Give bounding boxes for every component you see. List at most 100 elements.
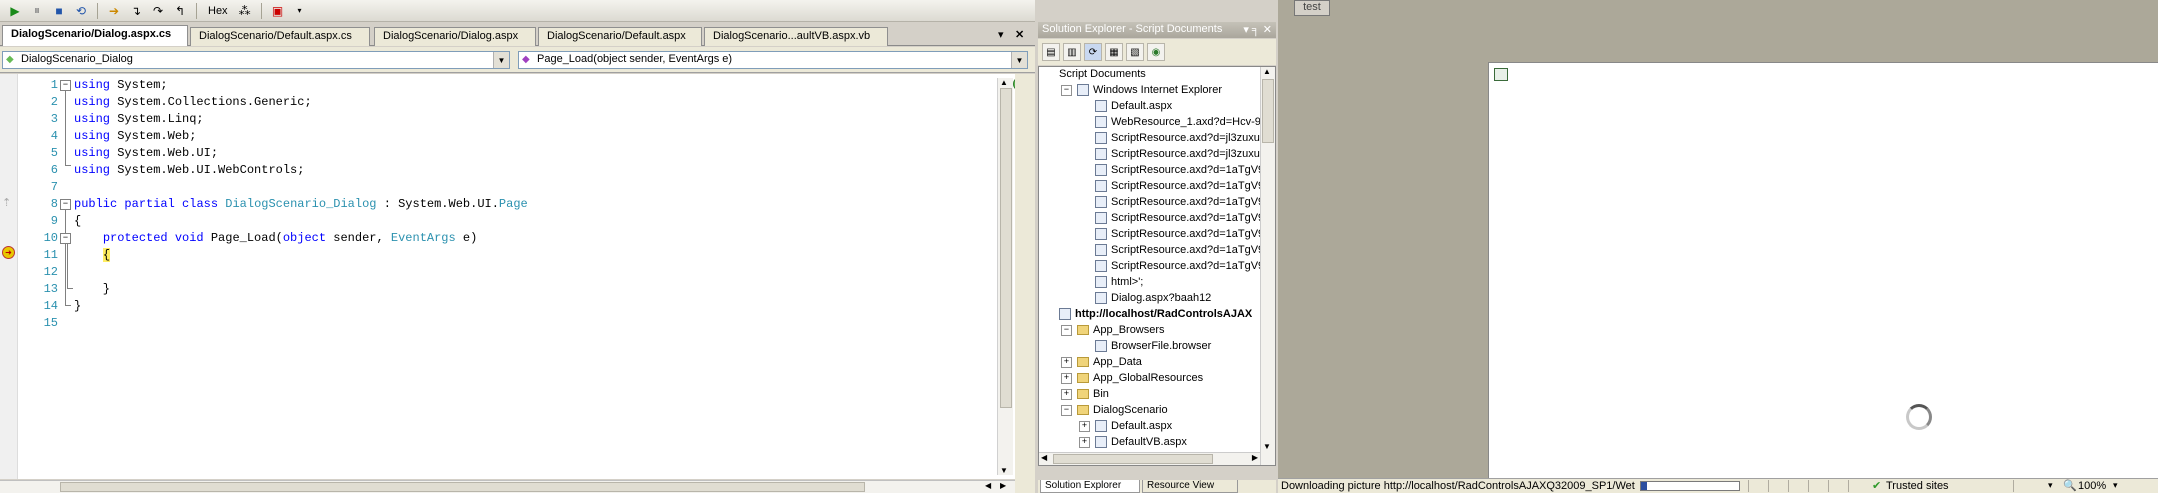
collapse-icon[interactable]: − [1061,324,1072,336]
collapse-region-icon[interactable]: − [60,80,71,91]
tab-dialog-aspx[interactable]: DialogScenario/Dialog.aspx [374,27,536,46]
step-into-icon[interactable]: ↴ [127,2,145,20]
scrollbar-thumb[interactable] [60,482,865,492]
tree-node[interactable]: − Windows Internet Explorer [1061,84,1222,96]
tab-default-aspx-cs[interactable]: DialogScenario/Default.aspx.cs [190,27,370,46]
scroll-down-icon[interactable]: ▼ [1000,466,1008,475]
tree-node[interactable]: Script Documents [1043,68,1146,80]
status-segment [1808,480,1829,492]
tree-node[interactable]: ScriptResource.axd?d=1aTgV9k [1079,228,1270,240]
tab-solution-explorer[interactable]: Solution Explorer [1040,480,1140,493]
tab-resource-view[interactable]: Resource View [1142,480,1238,493]
editor-horizontal-scrollbar[interactable]: ◀ ▶ [0,480,1015,493]
expand-icon[interactable]: + [1061,372,1072,384]
scroll-right-icon[interactable]: ▶ [1252,453,1258,462]
chevron-down-icon[interactable]: ▾ [2048,480,2053,491]
scrollbar-thumb[interactable] [1053,454,1213,464]
collapse-region-icon[interactable]: − [60,199,71,210]
properties-icon[interactable]: ▤ [1042,43,1060,61]
tree-node-label: App_Data [1093,356,1142,368]
indicator-margin[interactable]: ⇡ ➜ [0,74,18,479]
view-code-icon[interactable]: ▦ [1105,43,1123,61]
tree-node[interactable]: − App_Browsers [1061,324,1165,336]
solution-explorer-horizontal-scrollbar[interactable]: ◀ ▶ [1039,452,1260,465]
scrollbar-thumb[interactable] [1262,79,1274,143]
step-over-icon[interactable]: ↷ [149,2,167,20]
tree-node[interactable]: BrowserFile.browser [1079,340,1211,352]
test-button[interactable]: test [1294,0,1330,16]
solution-explorer-vertical-scrollbar[interactable]: ▲ ▼ [1260,67,1275,465]
expand-icon[interactable]: + [1079,420,1090,432]
pause-icon[interactable]: ⏸ [28,2,46,20]
solution-explorer-tree[interactable]: Script Documents − Windows Internet Explor… [1038,66,1276,466]
show-next-statement-icon[interactable]: ➔ [105,2,123,20]
scroll-down-icon[interactable]: ▼ [1263,442,1271,451]
class-selector-dropdown[interactable]: ◆ DialogScenario_Dialog ▼ [2,51,510,69]
tree-node[interactable]: WebResource_1.axd?d=Hcv-9g [1079,116,1267,128]
code-editor[interactable]: ⇡ ➜ 1 2 3 4 5 6 7 8 9 10 11 12 13 14 15 … [0,74,1027,479]
zoom-level[interactable]: 100% [2078,480,2106,492]
stop-icon[interactable]: ■ [50,2,68,20]
toolbar-options-chevron-icon[interactable]: ▾ [291,2,309,20]
tree-node[interactable]: ScriptResource.axd?d=1aTgV9k [1079,164,1270,176]
file-icon [1095,180,1107,192]
tree-node[interactable]: ScriptResource.axd?d=1aTgV9k [1079,180,1270,192]
collapse-icon[interactable]: − [1061,404,1072,416]
restart-icon[interactable]: ⟲ [72,2,90,20]
tree-node-label: ScriptResource.axd?d=1aTgV9k [1111,228,1270,240]
file-icon [1095,276,1107,288]
start-icon[interactable]: ▶ [6,2,24,20]
tree-node[interactable]: ScriptResource.axd?d=1aTgV9k [1079,244,1270,256]
close-document-icon[interactable]: ✕ [1015,28,1024,41]
hex-toggle-button[interactable]: Hex [204,5,232,17]
editor-vertical-scrollbar[interactable]: ▲ ▼ [997,78,1013,475]
step-out-icon[interactable]: ↰ [171,2,189,20]
tab-dialog-aspx-cs[interactable]: DialogScenario/Dialog.aspx.cs [2,25,188,46]
expand-icon[interactable]: + [1079,436,1090,448]
scroll-left-icon[interactable]: ◀ [1041,453,1047,462]
tree-node[interactable]: ScriptResource.axd?d=1aTgV9k [1079,212,1270,224]
breakpoints-window-icon[interactable]: ▣ [269,2,287,20]
expand-icon[interactable]: + [1061,356,1072,368]
scroll-up-icon[interactable]: ▲ [1000,78,1008,87]
tree-node[interactable]: ScriptResource.axd?d=1aTgV9k [1079,260,1270,272]
chevron-down-icon[interactable]: ▾ [2113,480,2118,491]
scrollbar-thumb[interactable] [1000,88,1012,408]
tab-defaultvb-aspx-vb[interactable]: DialogScenario...aultVB.aspx.vb [704,27,888,46]
chevron-down-icon[interactable]: ▼ [493,52,509,68]
tree-node[interactable]: + App_Data [1061,356,1142,368]
tree-node[interactable]: + App_GlobalResources [1061,372,1203,384]
show-all-files-icon[interactable]: ▥ [1063,43,1081,61]
tab-list-dropdown-icon[interactable]: ▾ [998,28,1004,41]
copy-website-icon[interactable]: ◉ [1147,43,1165,61]
pane-splitter[interactable] [1015,74,1035,493]
view-designer-icon[interactable]: ▧ [1126,43,1144,61]
folder-icon [1077,325,1089,335]
tree-node[interactable]: Default.aspx [1079,100,1172,112]
collapse-region-icon[interactable]: − [60,233,71,244]
chevron-down-icon[interactable]: ▼ [1011,52,1027,68]
collapse-icon[interactable]: − [1061,84,1072,96]
tree-node[interactable]: − DialogScenario [1061,404,1168,416]
dialog-content-frame[interactable] [1488,62,2158,478]
tree-node[interactable]: + Bin [1061,388,1109,400]
threads-icon[interactable]: ⁂ [236,2,254,20]
tree-node[interactable]: Dialog.aspx?baah12 [1079,292,1211,304]
window-controls-icon[interactable]: ▾ ╕ ✕ [1243,23,1272,36]
tree-node[interactable]: ScriptResource.axd?d=1aTgV9k [1079,196,1270,208]
scroll-left-icon[interactable]: ◀ [985,481,991,490]
scroll-right-icon[interactable]: ▶ [1000,481,1006,490]
scroll-up-icon[interactable]: ▲ [1263,67,1271,76]
tree-node[interactable]: http://localhost/RadControlsAJAX [1043,308,1252,320]
tree-node[interactable]: html>'; [1079,276,1143,288]
member-selector-dropdown[interactable]: ◆ Page_Load(object sender, EventArgs e) … [518,51,1028,69]
expand-icon[interactable]: + [1061,388,1072,400]
tree-node[interactable]: ScriptResource.axd?d=jl3zuxuL [1079,132,1266,144]
tree-node[interactable]: ScriptResource.axd?d=jl3zuxuL [1079,148,1266,160]
zoom-icon[interactable]: 🔍 [2063,479,2077,492]
security-zone-label[interactable]: Trusted sites [1886,480,1949,492]
tree-node[interactable]: + Default.aspx [1079,420,1172,432]
tree-node[interactable]: + DefaultVB.aspx [1079,436,1187,448]
refresh-icon[interactable]: ⟳ [1084,43,1102,61]
tab-default-aspx[interactable]: DialogScenario/Default.aspx [538,27,702,46]
